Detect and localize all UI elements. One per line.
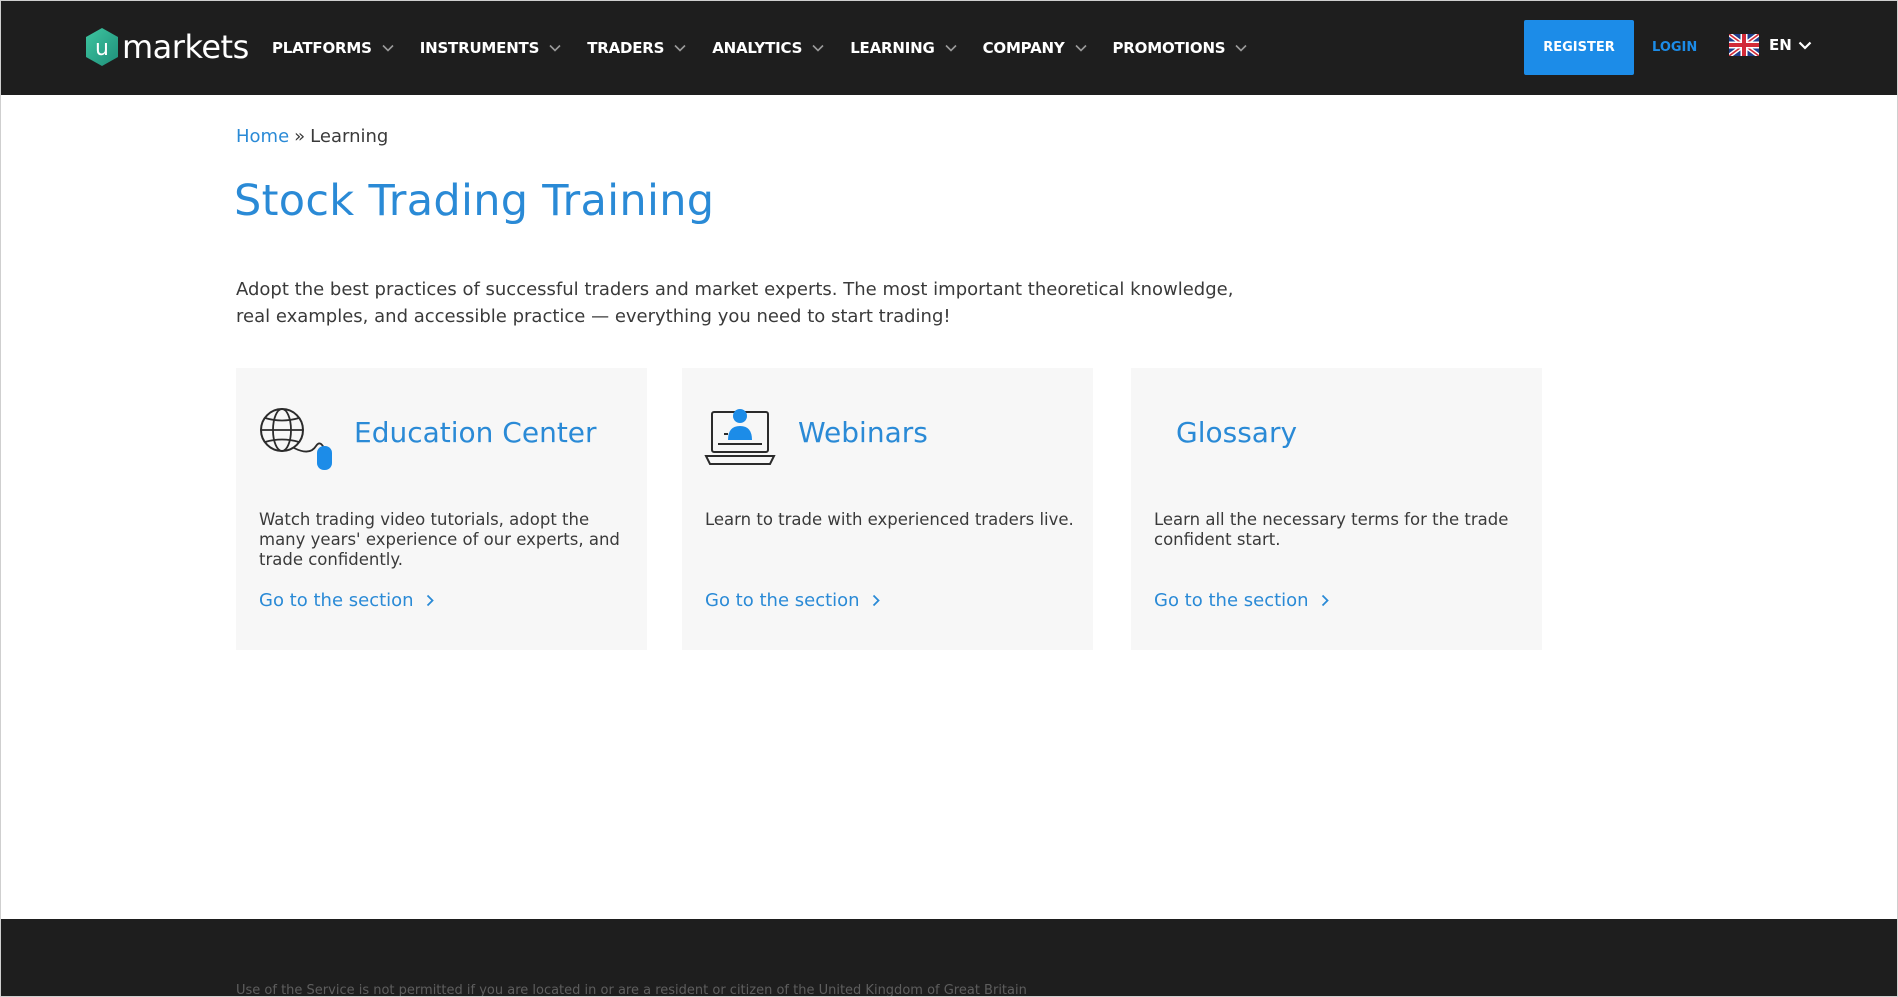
nav-item-learning[interactable]: LEARNING — [850, 38, 957, 57]
language-code: EN — [1769, 36, 1792, 54]
breadcrumb-separator: » — [294, 126, 306, 147]
umarkets-logo[interactable]: u markets — [84, 26, 249, 68]
chevron-right-icon — [1321, 594, 1329, 607]
card-glossary: Glossary Learn all the necessary terms f… — [1131, 368, 1542, 650]
go-to-section-link[interactable]: Go to the section — [705, 590, 880, 611]
card-description: Watch trading video tutorials, adopt the… — [259, 510, 620, 569]
language-selector[interactable]: EN — [1729, 34, 1812, 56]
logo-letter: u — [95, 36, 109, 61]
card-title[interactable]: Glossary — [1176, 416, 1297, 449]
nav-item-traders[interactable]: TRADERS — [587, 39, 686, 57]
nav-item-label: PLATFORMS — [272, 38, 372, 57]
card-link-label: Go to the section — [259, 590, 414, 611]
nav-item-analytics[interactable]: ANALYTICS — [712, 39, 824, 57]
nav-item-promotions[interactable]: PROMOTIONS — [1113, 39, 1248, 57]
chevron-down-icon — [674, 44, 686, 52]
breadcrumb: Home» Learning — [236, 126, 388, 147]
page-title: Stock Trading Training — [234, 176, 715, 226]
breadcrumb-current: Learning — [310, 126, 389, 147]
main-nav: PLATFORMS INSTRUMENTS TRADERS ANALYTICS … — [272, 0, 1273, 95]
chevron-down-icon — [549, 44, 561, 52]
intro-text: Adopt the best practices of successful t… — [236, 276, 1256, 330]
card-link-label: Go to the section — [705, 590, 860, 611]
laptop-presenter-icon — [704, 409, 776, 465]
card-education-center: Education Center Watch trading video tut… — [236, 368, 647, 650]
intro-line: real examples, and accessible practice —… — [236, 306, 951, 327]
site-footer: Use of the Service is not permitted if y… — [0, 919, 1898, 997]
uk-flag-icon — [1729, 34, 1759, 56]
card-title[interactable]: Webinars — [798, 416, 928, 449]
card-description: Learn all the necessary terms for the tr… — [1154, 510, 1509, 549]
nav-item-label: COMPANY — [982, 38, 1065, 57]
register-button[interactable]: REGISTER — [1524, 20, 1634, 75]
nav-item-instruments[interactable]: INSTRUMENTS — [420, 39, 561, 57]
chevron-down-icon — [1074, 44, 1087, 52]
nav-item-platforms[interactable]: PLATFORMS — [272, 39, 394, 57]
nav-item-label: ANALYTICS — [712, 38, 803, 57]
chevron-down-icon — [1235, 44, 1247, 52]
globe-mouse-icon — [260, 408, 332, 470]
go-to-section-link[interactable]: Go to the section — [1154, 590, 1329, 611]
nav-item-label: INSTRUMENTS — [419, 38, 540, 57]
nav-item-label: PROMOTIONS — [1112, 38, 1226, 57]
chevron-down-icon — [1798, 41, 1812, 50]
go-to-section-link[interactable]: Go to the section — [259, 590, 434, 611]
intro-line: Adopt the best practices of successful t… — [236, 279, 1234, 300]
nav-item-label: TRADERS — [587, 38, 665, 57]
logo-text: markets — [122, 28, 249, 66]
chevron-down-icon — [945, 44, 957, 52]
breadcrumb-home-link[interactable]: Home — [236, 126, 289, 147]
nav-item-company[interactable]: COMPANY — [983, 39, 1087, 57]
card-title[interactable]: Education Center — [354, 416, 597, 449]
chevron-down-icon — [382, 44, 394, 52]
logo-hexagon-icon: u — [84, 27, 120, 67]
card-webinars: Webinars Learn to trade with experienced… — [682, 368, 1093, 650]
card-link-label: Go to the section — [1154, 590, 1309, 611]
chevron-right-icon — [426, 594, 434, 607]
card-description: Learn to trade with experienced traders … — [705, 510, 1074, 529]
nav-item-label: LEARNING — [850, 38, 935, 57]
learning-cards: Education Center Watch trading video tut… — [236, 368, 1577, 650]
login-link[interactable]: LOGIN — [1652, 36, 1697, 60]
chevron-right-icon — [872, 594, 880, 607]
footer-legal-note: Use of the Service is not permitted if y… — [236, 983, 1027, 997]
chevron-down-icon — [812, 44, 824, 52]
site-header: u markets PLATFORMS INSTRUMENTS TRADERS … — [0, 0, 1898, 95]
